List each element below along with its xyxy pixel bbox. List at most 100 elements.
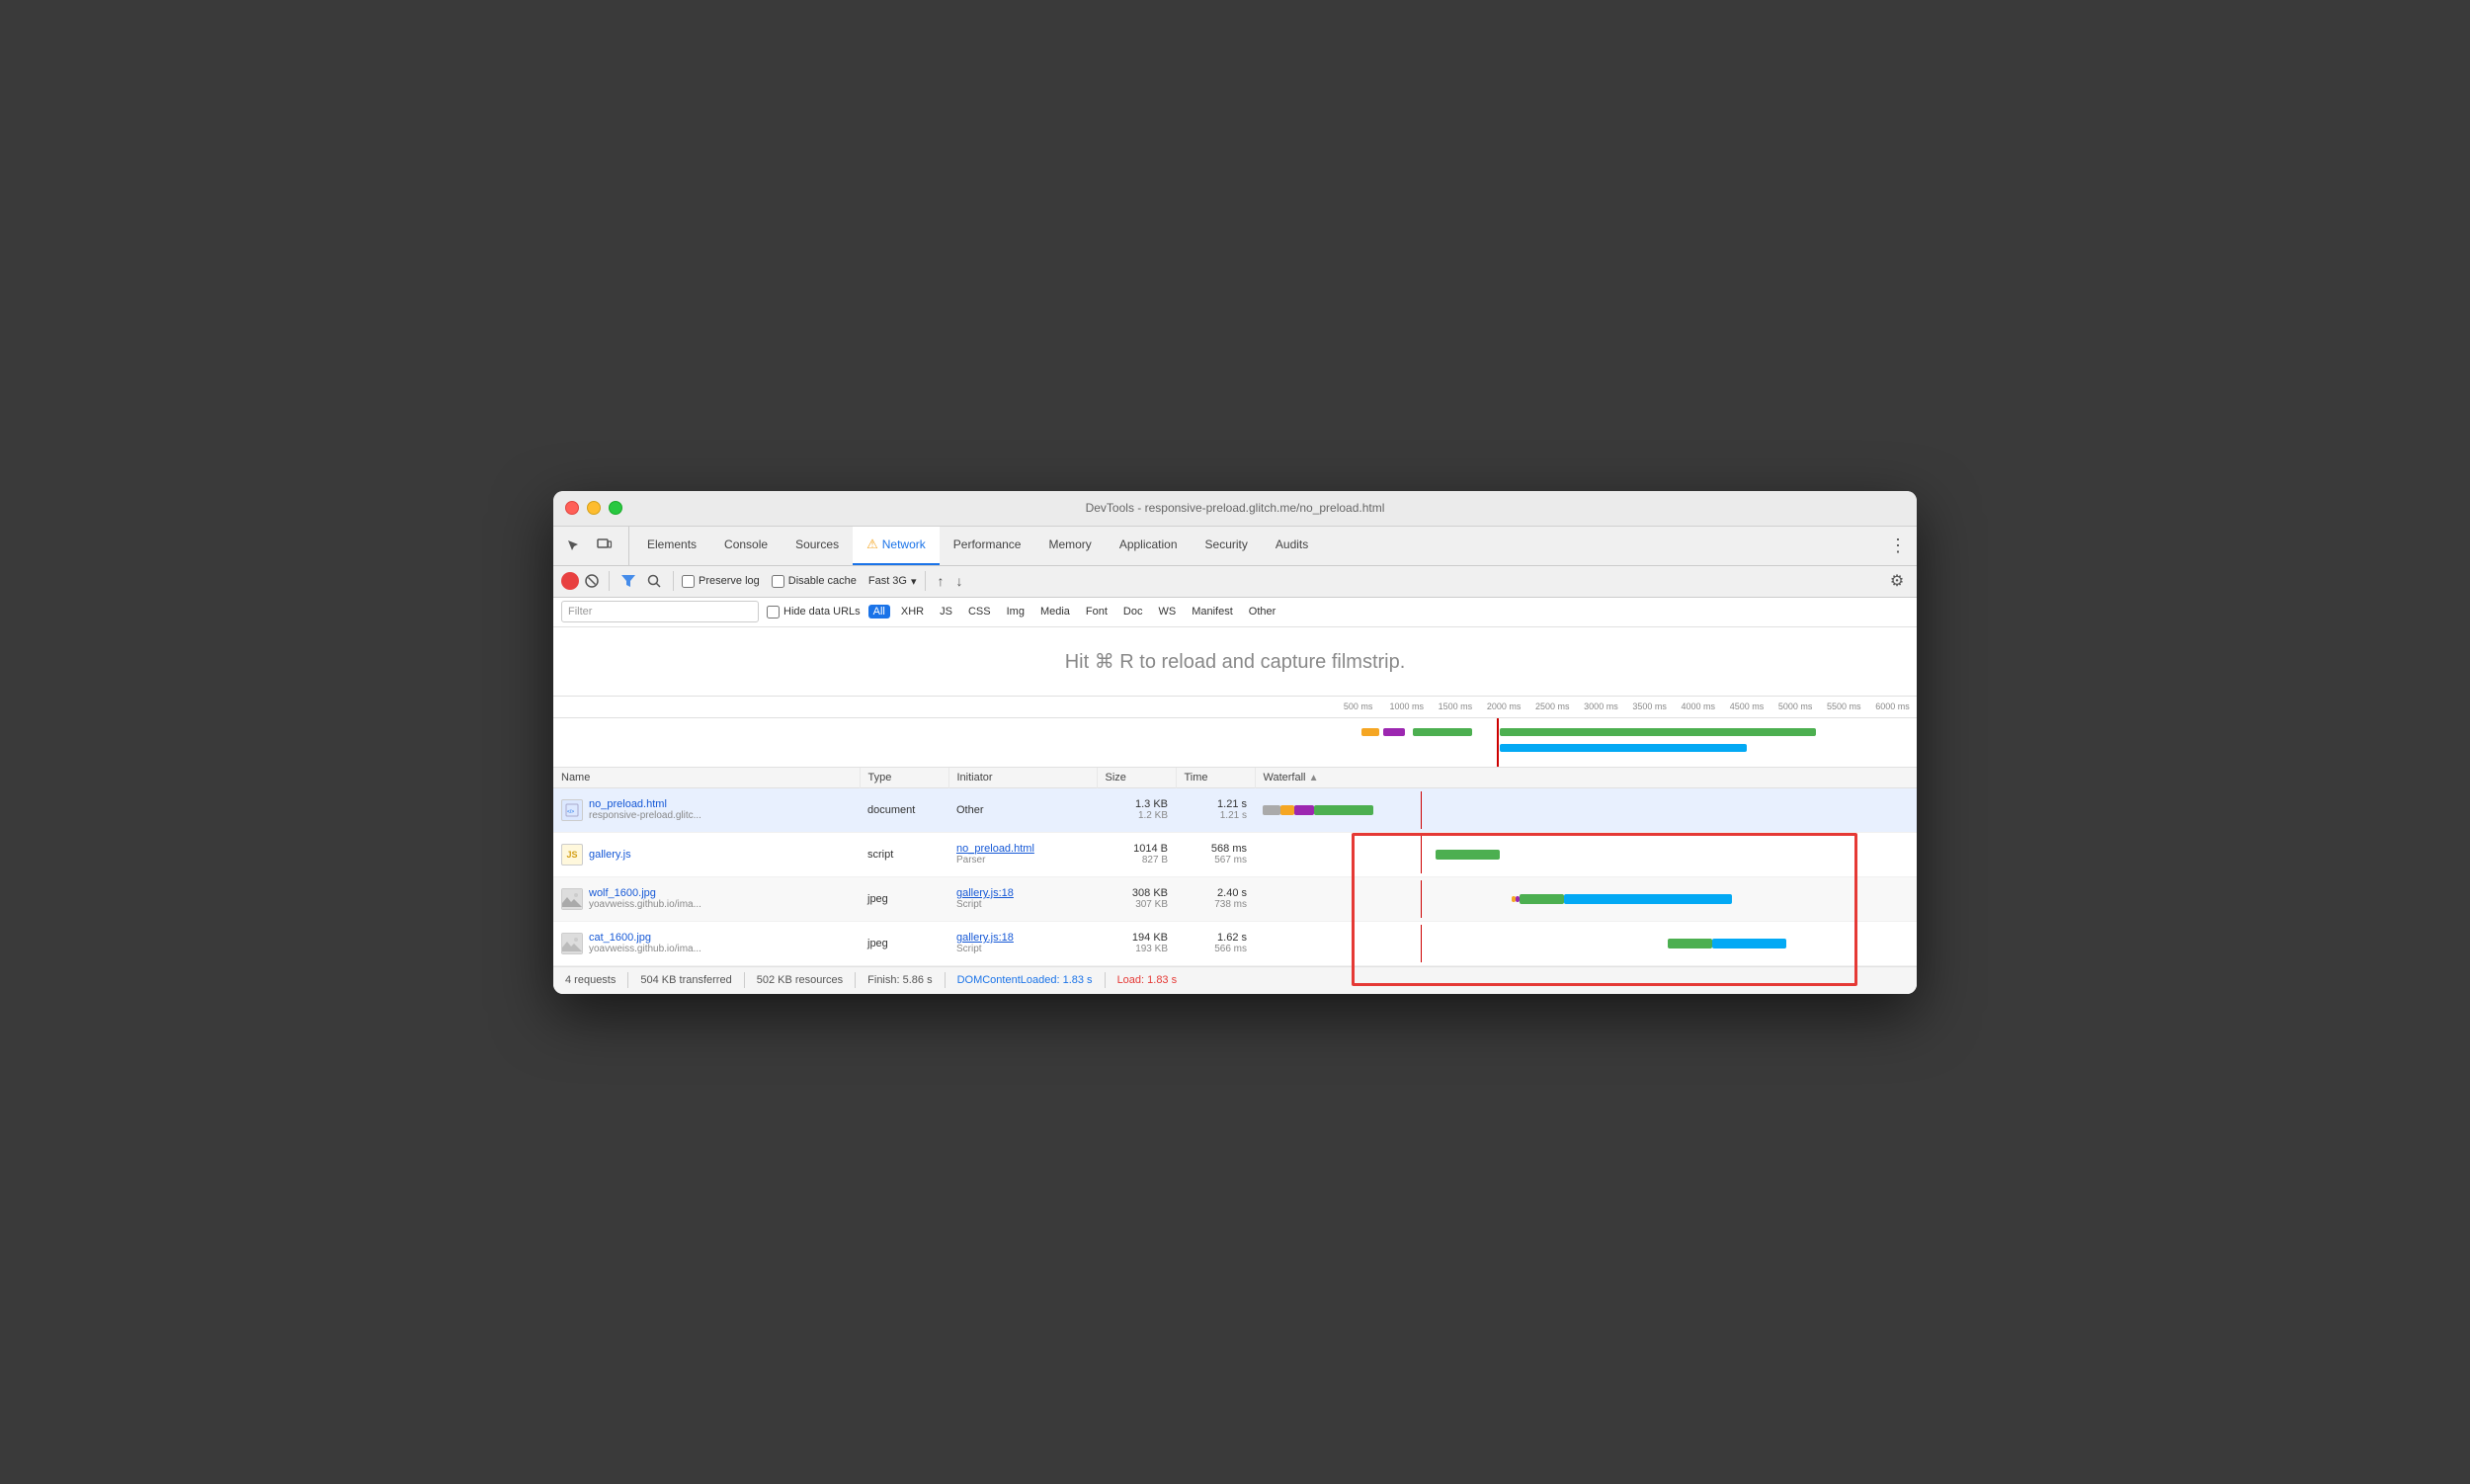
cell-waterfall-2 [1255, 832, 1917, 876]
tab-audits[interactable]: Audits [1262, 527, 1322, 565]
record-button[interactable] [561, 572, 579, 590]
cell-type-2: script [860, 832, 948, 876]
col-waterfall[interactable]: Waterfall ▲ [1255, 768, 1917, 788]
filter-bar: Hide data URLs All XHR JS CSS Img Media … [553, 598, 1917, 627]
col-time[interactable]: Time [1176, 768, 1255, 788]
tab-performance[interactable]: Performance [940, 527, 1035, 565]
tick-5500: 5500 ms [1820, 701, 1868, 711]
col-type[interactable]: Type [860, 768, 948, 788]
timeline-bar-area [553, 718, 1917, 768]
upload-button[interactable]: ↑ [934, 571, 948, 591]
filter-ws[interactable]: WS [1153, 605, 1181, 618]
tick-3500: 3500 ms [1625, 701, 1674, 711]
filter-font[interactable]: Font [1081, 605, 1112, 618]
tick-2500: 2500 ms [1528, 701, 1577, 711]
network-table-container: Name Type Initiator Size Time Waterfall … [553, 768, 1917, 966]
table-header-row: Name Type Initiator Size Time Waterfall … [553, 768, 1917, 788]
tab-elements[interactable]: Elements [633, 527, 710, 565]
hide-data-urls-label[interactable]: Hide data URLs [767, 606, 861, 618]
disable-cache-checkbox[interactable]: Disable cache [772, 575, 857, 588]
col-name[interactable]: Name [553, 768, 860, 788]
status-dom-content-loaded: DOMContentLoaded: 1.83 s [957, 974, 1093, 986]
tick-2000: 2000 ms [1480, 701, 1528, 711]
wf-connect-1 [1294, 805, 1314, 815]
network-table: Name Type Initiator Size Time Waterfall … [553, 768, 1917, 966]
file-icon-img-wolf [561, 888, 583, 910]
tab-network[interactable]: ⚠ Network [853, 527, 940, 565]
close-button[interactable] [565, 501, 579, 515]
filter-xhr[interactable]: XHR [896, 605, 929, 618]
wf-wait-1 [1280, 805, 1294, 815]
file-name-4: cat_1600.jpg [589, 932, 701, 944]
toolbar-separator-3 [925, 571, 926, 591]
cell-waterfall-3 [1255, 876, 1917, 921]
cell-name-2: JS gallery.js [553, 832, 860, 876]
filter-button[interactable] [618, 570, 639, 592]
filter-manifest[interactable]: Manifest [1187, 605, 1238, 618]
cell-time-4: 1.62 s 566 ms [1176, 921, 1255, 965]
tab-console[interactable]: Console [710, 527, 782, 565]
table-row[interactable]: cat_1600.jpg yoavweiss.github.io/ima... … [553, 921, 1917, 965]
file-name-1: no_preload.html [589, 798, 701, 810]
title-bar: DevTools - responsive-preload.glitch.me/… [553, 491, 1917, 527]
sort-arrow-icon: ▲ [1309, 773, 1319, 783]
file-url-3: yoavweiss.github.io/ima... [589, 899, 701, 910]
file-icon-img-cat [561, 933, 583, 954]
table-row[interactable]: </> no_preload.html responsive-preload.g… [553, 787, 1917, 832]
network-toolbar: Preserve log Disable cache Fast 3G ▾ ↑ ↓… [553, 566, 1917, 598]
throttle-dropdown-icon: ▾ [911, 575, 917, 588]
throttle-selector[interactable]: Fast 3G ▾ [868, 575, 917, 588]
filter-all[interactable]: All [868, 605, 890, 618]
settings-button[interactable]: ⚙ [1885, 569, 1909, 593]
file-name-3: wolf_1600.jpg [589, 887, 701, 899]
tabs-more-button[interactable]: ⋮ [1879, 527, 1917, 565]
col-initiator[interactable]: Initiator [948, 768, 1097, 788]
filter-css[interactable]: CSS [963, 605, 996, 618]
filter-other[interactable]: Other [1244, 605, 1281, 618]
filter-input[interactable] [561, 601, 759, 622]
col-size[interactable]: Size [1097, 768, 1176, 788]
cursor-icon[interactable] [561, 534, 585, 557]
wf-marker-v-2 [1421, 836, 1422, 873]
filter-types: All XHR JS CSS Img Media Font Doc WS Man… [868, 605, 1281, 618]
search-button[interactable] [643, 570, 665, 592]
wf-marker-v-1 [1421, 791, 1422, 829]
wf-receive-3 [1564, 894, 1732, 904]
status-bar: 4 requests 504 KB transferred 502 KB res… [553, 966, 1917, 994]
tab-bar-icons [561, 527, 629, 565]
filter-img[interactable]: Img [1002, 605, 1029, 618]
maximize-button[interactable] [609, 501, 622, 515]
filter-media[interactable]: Media [1035, 605, 1075, 618]
cell-name-3: wolf_1600.jpg yoavweiss.github.io/ima... [553, 876, 860, 921]
preserve-log-checkbox[interactable]: Preserve log [682, 575, 760, 588]
device-toggle-icon[interactable] [593, 534, 617, 557]
wf-marker-v-3 [1421, 880, 1422, 918]
download-button[interactable]: ↓ [952, 571, 967, 591]
tl-bar-green1 [1413, 728, 1472, 736]
minimize-button[interactable] [587, 501, 601, 515]
filter-doc[interactable]: Doc [1118, 605, 1148, 618]
wf-receive-1 [1314, 805, 1373, 815]
svg-text:</>: </> [567, 809, 574, 815]
tl-bar-green2 [1500, 728, 1816, 736]
tab-bar: Elements Console Sources ⚠ Network Perfo… [553, 527, 1917, 566]
filter-js[interactable]: JS [935, 605, 957, 618]
filmstrip-hint: Hit ⌘ R to reload and capture filmstrip. [1065, 649, 1406, 674]
tab-sources[interactable]: Sources [782, 527, 853, 565]
cell-time-2: 568 ms 567 ms [1176, 832, 1255, 876]
status-sep-5 [1105, 972, 1106, 988]
toolbar-separator-2 [673, 571, 674, 591]
tick-1000: 1000 ms [1382, 701, 1431, 711]
cell-type-3: jpeg [860, 876, 948, 921]
table-row[interactable]: wolf_1600.jpg yoavweiss.github.io/ima...… [553, 876, 1917, 921]
wf-receive-4 [1712, 939, 1786, 948]
tab-application[interactable]: Application [1106, 527, 1192, 565]
clear-button[interactable] [583, 572, 601, 590]
status-sep-1 [627, 972, 628, 988]
tab-memory[interactable]: Memory [1034, 527, 1105, 565]
table-row[interactable]: JS gallery.js script no_preload.html Par… [553, 832, 1917, 876]
cell-time-1: 1.21 s 1.21 s [1176, 787, 1255, 832]
cell-waterfall-1 [1255, 787, 1917, 832]
file-icon-html: </> [561, 799, 583, 821]
tab-security[interactable]: Security [1192, 527, 1262, 565]
